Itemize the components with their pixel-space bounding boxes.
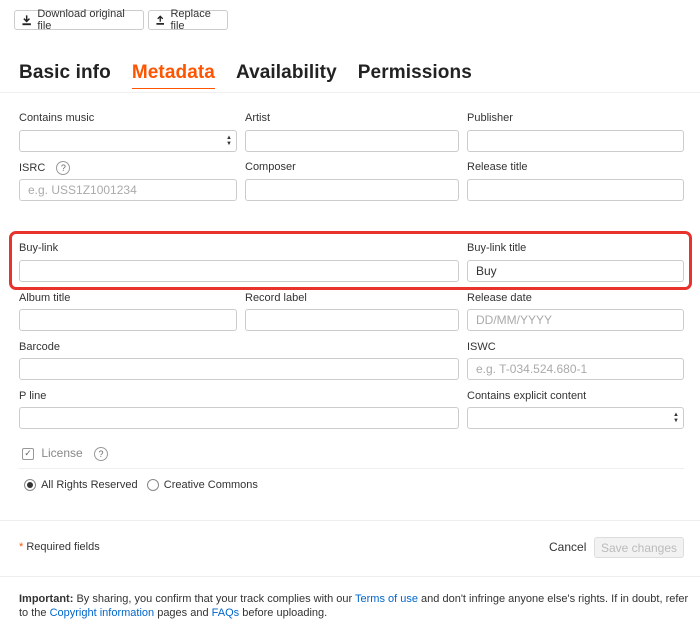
isrc-label: ISRC <box>19 161 46 174</box>
license-row: ✓ License ? <box>22 446 109 461</box>
release-date-input[interactable] <box>467 309 684 331</box>
required-fields-text: Required fields <box>26 541 100 553</box>
save-changes-button[interactable]: Save changes <box>594 537 684 558</box>
buy-link-title-label: Buy-link title <box>467 242 527 254</box>
release-title-label: Release title <box>467 161 528 173</box>
explicit-content-select[interactable]: ▲ ▼ <box>467 407 684 429</box>
notice-text: By sharing, you confirm that your track … <box>73 593 356 605</box>
required-star: * <box>19 541 24 553</box>
download-original-label: Download original file <box>37 8 125 32</box>
terms-of-use-link[interactable]: Terms of use <box>355 593 418 605</box>
license-option-creative-commons[interactable]: Creative Commons <box>146 479 258 492</box>
license-option-all-rights[interactable]: All Rights Reserved <box>24 479 141 492</box>
replace-file-button[interactable]: Replace file <box>148 8 228 32</box>
replace-file-label: Replace file <box>170 8 211 32</box>
radio-icon <box>146 479 159 492</box>
record-label-input[interactable] <box>245 309 459 331</box>
artist-input[interactable] <box>245 130 459 152</box>
tab-basic-info[interactable]: Basic info <box>19 62 111 89</box>
copyright-information-link[interactable]: Copyright information <box>50 607 155 619</box>
buy-link-label: Buy-link <box>19 242 59 254</box>
iswc-label: ISWC <box>467 341 496 353</box>
explicit-content-label: Contains explicit content <box>467 390 587 402</box>
contains-music-label: Contains music <box>19 112 95 124</box>
license-help-icon[interactable]: ? <box>94 446 109 461</box>
select-arrows-icon: ▲ ▼ <box>673 412 679 424</box>
iswc-input[interactable] <box>467 358 684 380</box>
select-arrows-icon: ▲ ▼ <box>226 135 232 147</box>
buy-link-input[interactable] <box>19 260 459 282</box>
faqs-link[interactable]: FAQs <box>212 607 240 619</box>
license-checkbox[interactable]: ✓ <box>22 447 34 460</box>
notice-text: pages and <box>154 607 212 619</box>
notice-important: Important: <box>19 593 74 605</box>
album-title-label: Album title <box>19 292 71 304</box>
tab-availability[interactable]: Availability <box>236 62 337 89</box>
publisher-input[interactable] <box>467 130 684 152</box>
footer-divider <box>0 520 700 521</box>
composer-input[interactable] <box>245 179 459 201</box>
tab-permissions[interactable]: Permissions <box>358 62 472 89</box>
isrc-input[interactable] <box>19 179 237 201</box>
tab-bar: Basic info Metadata Availability Permiss… <box>19 62 493 89</box>
p-line-input[interactable] <box>19 407 459 429</box>
sharing-notice: Important: By sharing, you confirm that … <box>19 592 689 620</box>
composer-label: Composer <box>245 161 296 173</box>
release-title-input[interactable] <box>467 179 684 201</box>
download-original-button[interactable]: Download original file <box>14 8 144 32</box>
radio-selected-icon <box>24 479 36 492</box>
isrc-label-row: ISRC ? <box>19 161 71 175</box>
isrc-help-icon[interactable]: ? <box>56 161 71 175</box>
required-fields-note: * Required fields <box>19 541 100 553</box>
release-date-label: Release date <box>467 292 532 304</box>
license-label: License <box>41 446 83 460</box>
notice-divider <box>0 576 700 577</box>
barcode-input[interactable] <box>19 358 459 380</box>
notice-text: before uploading. <box>239 607 328 619</box>
contains-music-select[interactable]: ▲ ▼ <box>19 130 237 152</box>
publisher-label: Publisher <box>467 112 513 124</box>
barcode-label: Barcode <box>19 341 60 353</box>
tab-metadata[interactable]: Metadata <box>131 62 215 89</box>
upload-icon <box>156 14 165 25</box>
p-line-label: P line <box>19 390 47 402</box>
license-divider <box>19 468 684 469</box>
license-options: All Rights Reserved Creative Commons <box>24 479 258 492</box>
cancel-button[interactable]: Cancel <box>549 540 586 554</box>
tab-divider <box>0 92 700 93</box>
buy-link-title-input[interactable] <box>467 260 684 282</box>
download-icon <box>22 14 31 25</box>
album-title-input[interactable] <box>19 309 237 331</box>
record-label-label: Record label <box>245 292 307 304</box>
artist-label: Artist <box>245 112 271 124</box>
